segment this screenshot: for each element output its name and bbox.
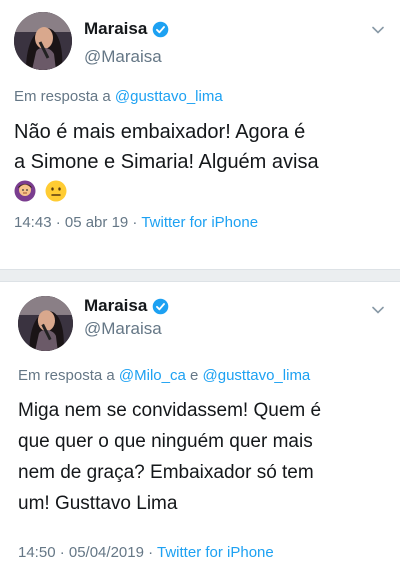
- verified-badge-icon: [153, 21, 169, 37]
- reply-context: Em resposta a @Milo_ca e @gusttavo_lima: [18, 367, 310, 384]
- tweet-source-link[interactable]: Twitter for iPhone: [157, 544, 274, 561]
- profile-photo: [18, 296, 73, 351]
- tweet-timestamp[interactable]: 14:50 · 05/04/2019 ·: [18, 544, 153, 561]
- tweet-card[interactable]: Maraisa @Maraisa Em resposta a @gusttavo…: [0, 0, 400, 268]
- woman-gesturing-no-emoji: [14, 180, 36, 202]
- author-name-row[interactable]: Maraisa: [84, 296, 169, 316]
- emoji-row: [14, 177, 389, 207]
- reply-context: Em resposta a @gusttavo_lima: [14, 88, 223, 105]
- profile-photo: [14, 12, 72, 70]
- mention-link[interactable]: @gusttavo_lima: [115, 88, 223, 105]
- tweet-meta: 14:43 · 05 abr 19 · Twitter for iPhone: [14, 214, 258, 231]
- tweet-timestamp[interactable]: 14:43 · 05 abr 19 ·: [14, 214, 137, 231]
- tweet-text-line: nem de graça? Embaixador só tem: [18, 462, 314, 483]
- reply-connector: e: [189, 367, 199, 384]
- user-handle[interactable]: @Maraisa: [84, 319, 162, 339]
- user-handle[interactable]: @Maraisa: [84, 47, 162, 67]
- tweet-text-line: um! Gusttavo Lima: [18, 493, 178, 514]
- neutral-face-emoji: [45, 180, 67, 202]
- avatar[interactable]: [14, 12, 72, 70]
- display-name[interactable]: Maraisa: [84, 19, 147, 39]
- chevron-down-icon[interactable]: [370, 302, 386, 318]
- tweet-divider: [0, 269, 400, 282]
- reply-prefix: Em resposta a: [18, 367, 115, 384]
- author-name-row[interactable]: Maraisa: [84, 19, 169, 39]
- tweet-meta: 14:50 · 05/04/2019 · Twitter for iPhone: [18, 544, 274, 561]
- tweet-text-line: Não é mais embaixador! Agora é: [14, 121, 306, 143]
- tweet-text: Miga nem se convidassem! Quem é que quer…: [18, 395, 393, 519]
- tweet-text-line: que quer o que ninguém quer mais: [18, 431, 313, 452]
- verified-badge-icon: [153, 298, 169, 314]
- tweet-source-link[interactable]: Twitter for iPhone: [141, 214, 258, 231]
- tweet-text-line: Miga nem se convidassem! Quem é: [18, 400, 322, 421]
- chevron-down-icon[interactable]: [370, 22, 386, 38]
- avatar[interactable]: [18, 296, 73, 351]
- mention-link[interactable]: @Milo_ca: [119, 367, 186, 384]
- tweet-card[interactable]: Maraisa @Maraisa Em resposta a @Milo_ca …: [0, 282, 400, 561]
- tweet-text-line: a Simone e Simaria! Alguém avisa: [14, 151, 319, 173]
- reply-prefix: Em resposta a: [14, 88, 111, 105]
- tweet-text: Não é mais embaixador! Agora é a Simone …: [14, 117, 389, 207]
- mention-link[interactable]: @gusttavo_lima: [203, 367, 311, 384]
- display-name[interactable]: Maraisa: [84, 296, 147, 316]
